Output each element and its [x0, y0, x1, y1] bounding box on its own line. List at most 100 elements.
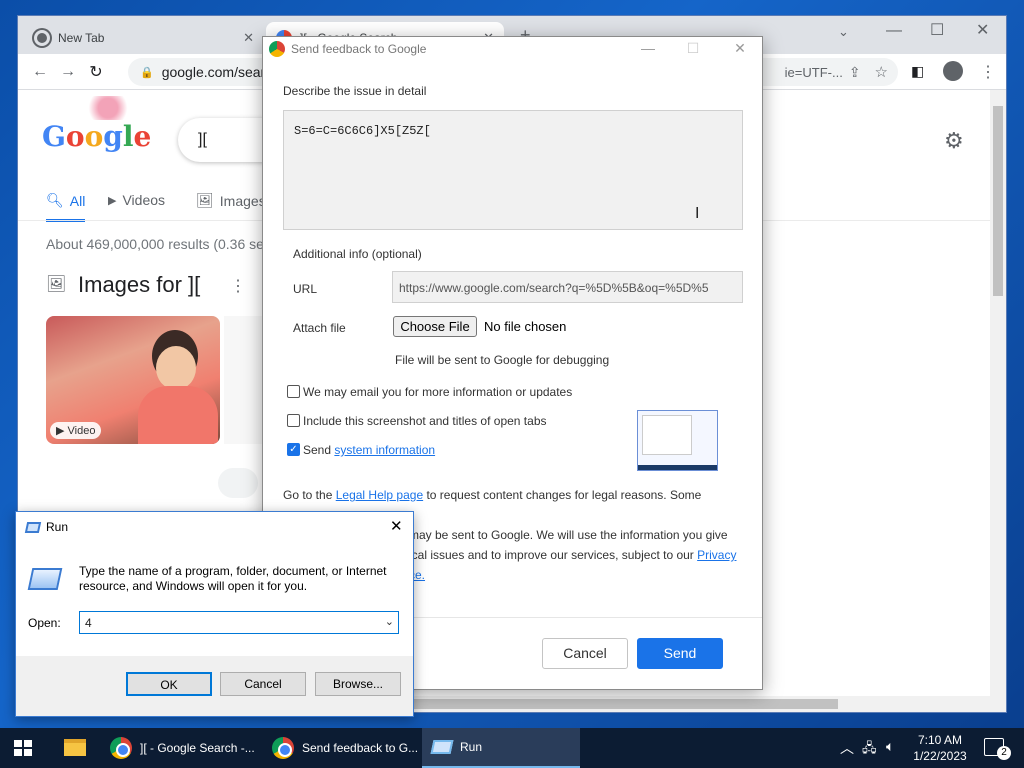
scroll-thumb[interactable] — [993, 106, 1003, 296]
text-cursor-icon: I — [695, 205, 700, 222]
additional-info-label: Additional info (optional) — [293, 247, 422, 261]
close-icon[interactable]: ✕ — [390, 517, 403, 535]
tab-images[interactable]: 🖼︎ Images — [196, 192, 266, 209]
run-title: Run — [46, 520, 69, 534]
maximize-icon: ☐ — [686, 40, 700, 56]
video-thumbnail[interactable]: ▶ Video — [46, 316, 220, 444]
results-stats: About 469,000,000 results (0.36 se — [46, 236, 264, 252]
tab-label: New Tab — [58, 31, 105, 45]
privacy-link[interactable]: Privacy — [697, 548, 736, 562]
attach-label: Attach file — [293, 321, 346, 335]
network-icon[interactable]: 🖧︎ — [862, 739, 877, 761]
run-icon — [24, 521, 42, 533]
close-tab-icon[interactable]: ✕ — [243, 30, 254, 46]
run-icon — [430, 740, 454, 754]
bookmark-star-icon[interactable]: ☆ — [875, 63, 888, 81]
back-icon[interactable]: ← — [26, 63, 54, 81]
notification-badge: 2 — [997, 746, 1011, 760]
close-icon[interactable]: ✕ — [725, 40, 755, 57]
video-badge: ▶ Video — [50, 422, 102, 439]
settings-gear-icon[interactable]: ⚙ — [944, 128, 964, 154]
reload-icon[interactable]: ↻ — [82, 62, 110, 82]
lock-icon: 🔒 — [140, 66, 154, 79]
no-file-text: No file chosen — [484, 319, 567, 334]
volume-icon[interactable]: 🔈︎ — [886, 738, 894, 755]
tab-images-label: Images — [219, 192, 266, 209]
email-checkbox[interactable] — [287, 385, 300, 398]
run-body: Type the name of a program, folder, docu… — [16, 542, 413, 656]
doodle-decoration — [78, 96, 138, 120]
issue-textarea[interactable]: S=6=C=6C6C6]X5[Z5Z[ — [283, 110, 743, 230]
url-label: URL — [293, 282, 318, 296]
chevron-down-icon[interactable]: ⌄ — [385, 615, 394, 628]
url-field[interactable]: https://www.google.com/search?q=%5D%5B&o… — [392, 271, 743, 303]
chrome-icon — [34, 30, 50, 46]
send-button[interactable]: Send — [637, 638, 723, 669]
profile-avatar-icon[interactable] — [943, 61, 963, 81]
describe-label: Describe the issue in detail — [283, 84, 427, 98]
clock-time: 7:10 AM — [917, 733, 963, 747]
maximize-icon[interactable]: ☐ — [930, 20, 944, 40]
legal-line-3-text: ical issues and to improve our services,… — [409, 548, 694, 562]
close-window-icon[interactable]: ✕ — [976, 20, 989, 40]
issue-text: S=6=C=6C6C6]X5[Z5Z[ — [294, 124, 431, 138]
file-explorer-icon[interactable] — [64, 739, 86, 756]
chrome-icon — [110, 737, 132, 759]
more-images-pill[interactable] — [218, 468, 258, 498]
image-icon: 🖼︎ — [46, 276, 67, 293]
cancel-button[interactable]: Cancel — [542, 638, 628, 669]
legal-prefix: Go to the — [283, 488, 333, 502]
sysinfo-row: Send system information — [303, 443, 435, 457]
images-heading: Images for ][ — [78, 272, 201, 297]
scroll-thumb[interactable] — [408, 699, 838, 709]
email-checkbox-label: We may email you for more information or… — [303, 385, 573, 399]
image-thumbnail[interactable] — [224, 316, 264, 444]
taskbar-chrome-search[interactable]: ][ - Google Search -... — [100, 728, 260, 768]
open-combobox[interactable]: 4 ⌄ — [79, 611, 399, 634]
tab-videos[interactable]: ▶ Videos — [108, 192, 165, 208]
system-information-link[interactable]: system information — [334, 443, 435, 457]
image-icon: 🖼︎ — [196, 192, 214, 208]
google-logo[interactable]: Google — [42, 120, 151, 153]
run-program-icon — [27, 568, 63, 590]
forward-icon[interactable]: → — [54, 63, 82, 81]
person-shirt — [138, 386, 218, 444]
taskbar-item-label: Run — [460, 740, 483, 754]
browse-button[interactable]: Browse... — [315, 672, 401, 696]
tab-all[interactable]: 🔍︎ All — [46, 192, 86, 222]
tab-new-tab[interactable]: New Tab ✕ — [24, 22, 264, 54]
ok-button[interactable]: OK — [126, 672, 212, 696]
taskbar-run[interactable]: Run — [422, 728, 580, 768]
side-panel-icon[interactable]: ◧ — [911, 63, 924, 80]
feedback-title: Send feedback to Google — [291, 42, 427, 56]
minimize-icon[interactable]: — — [633, 40, 663, 56]
screenshot-checkbox-label: Include this screenshot and titles of op… — [303, 414, 547, 428]
screenshot-checkbox[interactable] — [287, 414, 300, 427]
screenshot-thumbnail[interactable] — [637, 410, 718, 471]
menu-kebab-icon[interactable]: ⋮ — [980, 62, 996, 82]
open-value: 4 — [85, 616, 92, 630]
run-cancel-button[interactable]: Cancel — [220, 672, 306, 696]
open-label: Open: — [28, 616, 61, 630]
tab-videos-label: Videos — [122, 192, 166, 208]
start-windows-icon[interactable] — [14, 740, 32, 756]
vertical-scrollbar[interactable] — [990, 90, 1006, 696]
minimize-icon[interactable]: — — [886, 22, 902, 40]
search-query: ][ — [198, 131, 207, 148]
search-icon: 🔍︎ — [46, 192, 64, 208]
sysinfo-checkbox[interactable]: ✓ — [287, 443, 300, 456]
video-icon: ▶ — [108, 194, 117, 207]
thumbnail-taskbar — [638, 465, 717, 470]
taskbar-feedback[interactable]: Send feedback to G... — [262, 728, 420, 768]
video-badge-label: Video — [67, 425, 96, 437]
run-titlebar[interactable]: Run — [16, 512, 413, 542]
more-options-icon[interactable]: ⋮ — [230, 276, 246, 296]
thumbnail-window — [642, 415, 692, 455]
choose-file-button[interactable]: Choose File — [393, 316, 477, 337]
taskbar-item-label: ][ - Google Search -... — [140, 741, 255, 755]
legal-help-link[interactable]: Legal Help page — [336, 488, 423, 502]
chevron-up-icon[interactable]: ︿ — [840, 738, 854, 758]
tab-search-icon[interactable]: ⌄ — [838, 24, 849, 40]
share-icon[interactable]: ⇪ — [849, 64, 861, 81]
clock[interactable]: 7:10 AM 1/22/2023 — [908, 732, 972, 764]
